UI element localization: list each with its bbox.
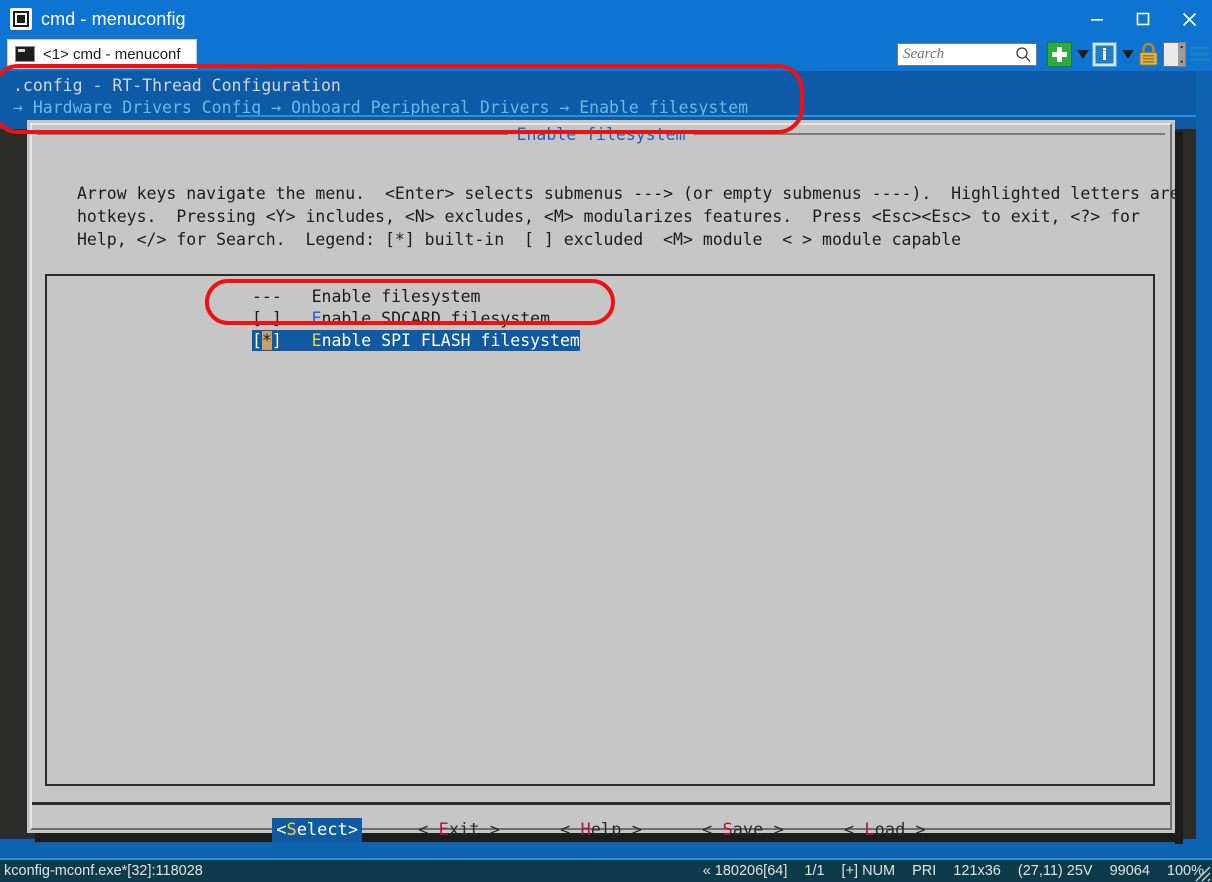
console-icon bbox=[15, 46, 35, 62]
terminal-window: cmd - menuconfig <1> cmd - menuconf Sear… bbox=[0, 0, 1212, 882]
status-page: 1/1 bbox=[804, 863, 825, 879]
status-build: « 180206[64] bbox=[702, 863, 788, 879]
tab-label: <1> cmd - menuconf bbox=[43, 45, 181, 63]
spi-flash-row-highlight: [*] Enable SPI FLASH filesystem bbox=[252, 330, 580, 351]
button-select[interactable]: <Select> bbox=[272, 818, 363, 842]
load-after: oad > bbox=[874, 820, 926, 840]
exit-hotkey: E bbox=[438, 820, 449, 840]
status-pri: PRI bbox=[912, 863, 937, 879]
tab-strip: <1> cmd - menuconf bbox=[0, 38, 1212, 71]
select-after: elect> bbox=[296, 820, 359, 840]
menu-item-separator: --- Enable filesystem bbox=[47, 286, 1153, 308]
status-mem: 99064 bbox=[1109, 863, 1150, 879]
title-bar: cmd - menuconfig bbox=[0, 0, 1212, 38]
dialog-divider bbox=[32, 802, 1170, 805]
menu-item-sdcard[interactable]: [ ] Enable SDCARD filesystem bbox=[47, 308, 1153, 330]
help-hotkey: H bbox=[580, 820, 591, 840]
window-info-icon[interactable] bbox=[1092, 42, 1117, 67]
header-rule bbox=[236, 115, 1196, 117]
save-after: ave > bbox=[732, 820, 784, 840]
status-coords: (27,11) 25V bbox=[1017, 863, 1093, 879]
config-title: .config - RT-Thread Configuration bbox=[13, 76, 341, 95]
dialog-button-bar: <Select> < Exit > < Help > < Save > < Lo… bbox=[27, 810, 1175, 850]
menu-item-spi-flash[interactable]: [*] Enable SPI FLASH filesystem bbox=[47, 330, 1153, 352]
tab-cmd-menuconf[interactable]: <1> cmd - menuconf bbox=[7, 39, 197, 69]
status-process: kconfig-mconf.exe*[32]:118028 bbox=[4, 863, 203, 879]
terminal-icon bbox=[10, 8, 32, 30]
load-before: < bbox=[843, 820, 865, 840]
spi-flash-bracket-open: [ bbox=[252, 331, 262, 350]
save-before: < bbox=[701, 820, 723, 840]
sdcard-hotkey: E bbox=[311, 309, 322, 328]
search-icon[interactable] bbox=[1015, 46, 1032, 63]
sdcard-state: [ ] bbox=[252, 309, 312, 328]
status-num: [+] NUM bbox=[841, 863, 896, 879]
spi-flash-label: nable SPI FLASH filesystem bbox=[321, 331, 580, 350]
spi-flash-hotkey: E bbox=[311, 331, 322, 350]
separator-label: --- Enable filesystem bbox=[252, 287, 481, 306]
menu-items: --- Enable filesystem [ ] Enable SDCARD … bbox=[47, 286, 1153, 352]
resize-grip[interactable] bbox=[1191, 862, 1211, 882]
window-title: cmd - menuconfig bbox=[41, 8, 186, 29]
help-text: Arrow keys navigate the menu. <Enter> se… bbox=[77, 184, 1190, 249]
status-metrics: « 180206[64] 1/1 [+] NUM PRI 121x36 (27,… bbox=[703, 863, 1204, 879]
console-client-area[interactable]: .config - RT-Thread Configuration → Hard… bbox=[0, 71, 1196, 844]
help-before: < bbox=[560, 820, 581, 840]
button-exit[interactable]: < Exit > bbox=[418, 820, 500, 840]
search-input[interactable] bbox=[903, 46, 1008, 63]
spi-flash-bracket-close: ] bbox=[271, 331, 312, 350]
status-size: 121x36 bbox=[953, 863, 1001, 879]
button-load[interactable]: < Load > bbox=[844, 820, 926, 840]
window-controls bbox=[1074, 0, 1212, 38]
minimize-button[interactable] bbox=[1074, 0, 1120, 38]
select-hotkey: S bbox=[286, 820, 297, 840]
new-tab-icon[interactable] bbox=[1047, 42, 1072, 67]
select-before: < bbox=[276, 820, 287, 840]
menu-icon[interactable] bbox=[1189, 42, 1210, 67]
exit-before: < bbox=[418, 820, 439, 840]
button-help[interactable]: < Help > bbox=[560, 820, 642, 840]
help-after: elp > bbox=[590, 820, 642, 840]
close-button[interactable] bbox=[1166, 0, 1212, 38]
search-box[interactable] bbox=[897, 43, 1037, 66]
new-tab-caret-icon[interactable] bbox=[1077, 50, 1089, 59]
menuconfig-dialog: Enable filesystem Arrow keys navigate th… bbox=[27, 120, 1180, 842]
title-dash-right bbox=[694, 133, 1166, 135]
dialog-title: Enable filesystem bbox=[516, 124, 686, 144]
status-bar: kconfig-mconf.exe*[32]:118028 « 180206[6… bbox=[0, 858, 1212, 882]
exit-after: xit > bbox=[448, 820, 501, 840]
button-save[interactable]: < Save > bbox=[702, 820, 784, 840]
panel-toggle-icon[interactable] bbox=[1163, 42, 1186, 67]
spi-flash-cursor: * bbox=[261, 331, 272, 350]
window-info-caret-icon[interactable] bbox=[1122, 50, 1134, 59]
maximize-button[interactable] bbox=[1120, 0, 1166, 38]
save-hotkey: S bbox=[722, 820, 733, 840]
lock-icon[interactable] bbox=[1137, 42, 1160, 67]
menu-list-panel[interactable]: --- Enable filesystem [ ] Enable SDCARD … bbox=[45, 274, 1155, 786]
load-hotkey: L bbox=[864, 820, 875, 840]
title-dash-left bbox=[37, 133, 508, 135]
sdcard-label: nable SDCARD filesystem bbox=[321, 309, 551, 328]
dialog-title-row: Enable filesystem bbox=[37, 122, 1166, 146]
